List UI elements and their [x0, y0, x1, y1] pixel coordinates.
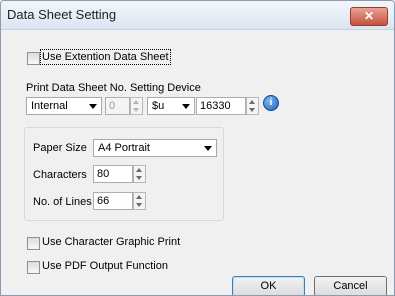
chevron-down-icon [204, 146, 212, 151]
spin-down-icon [133, 108, 139, 112]
spin-down-icon [249, 108, 255, 112]
cancel-button[interactable]: Cancel [314, 276, 387, 295]
device-section-label: Print Data Sheet No. Setting Device [26, 82, 201, 94]
close-button[interactable]: ✕ [350, 7, 388, 26]
characters-label: Characters [33, 169, 87, 181]
device-type-select[interactable]: $u [147, 97, 195, 115]
spin-up-icon [133, 100, 139, 104]
characters-input[interactable]: 80 [93, 165, 133, 183]
device-mode-select[interactable]: Internal [26, 97, 102, 115]
char-graphic-label[interactable]: Use Character Graphic Print [42, 236, 180, 248]
lines-label: No. of Lines [33, 196, 92, 208]
spin-up-icon [136, 168, 142, 172]
title-bar: Data Sheet Setting ✕ [1, 1, 394, 30]
info-icon[interactable]: i [263, 95, 279, 111]
address-spinner[interactable] [246, 97, 259, 115]
spin-up-icon [249, 100, 255, 104]
ok-button[interactable]: OK [232, 276, 305, 295]
pdf-output-checkbox[interactable] [27, 261, 40, 274]
paper-size-label: Paper Size [33, 142, 87, 154]
paper-size-value: A4 Portrait [98, 142, 150, 154]
char-graphic-checkbox[interactable] [27, 237, 40, 250]
device-type-value: $u [152, 100, 165, 112]
station-input[interactable]: 0 [105, 97, 130, 115]
chevron-down-icon [89, 104, 97, 109]
characters-spinner[interactable] [133, 165, 146, 183]
spin-up-icon [136, 195, 142, 199]
spin-down-icon [136, 203, 142, 207]
use-extension-checkbox[interactable] [27, 52, 40, 65]
data-sheet-setting-dialog: Data Sheet Setting ✕ Use Extention Data … [0, 0, 395, 296]
station-spinner[interactable] [130, 97, 143, 115]
spin-down-icon [136, 176, 142, 180]
lines-input[interactable]: 66 [93, 192, 133, 210]
lines-spinner[interactable] [133, 192, 146, 210]
chevron-down-icon [182, 104, 190, 109]
device-address-input[interactable]: 16330 [196, 97, 246, 115]
pdf-output-label[interactable]: Use PDF Output Function [42, 260, 168, 272]
device-mode-value: Internal [31, 100, 68, 112]
paper-size-select[interactable]: A4 Portrait [93, 139, 217, 157]
use-extension-label[interactable]: Use Extention Data Sheet [40, 49, 171, 65]
dialog-title: Data Sheet Setting [7, 7, 117, 22]
